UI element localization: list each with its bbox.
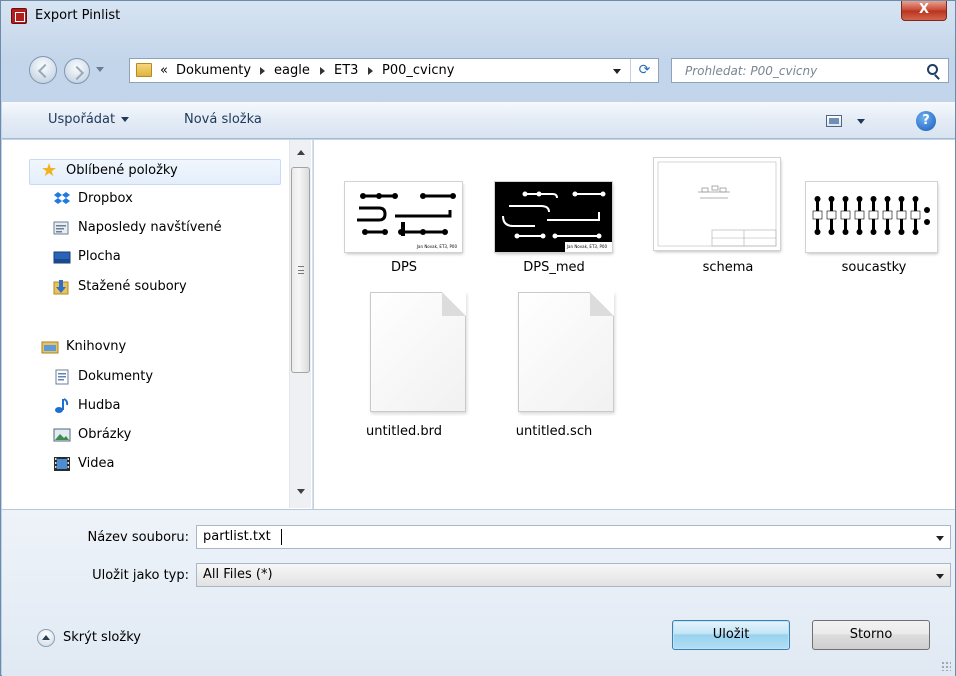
- filename-value: partlist.txt: [203, 529, 271, 544]
- chevron-down-icon[interactable]: [936, 574, 944, 579]
- chevron-down-icon[interactable]: [936, 536, 944, 541]
- file-item-untitled-sch[interactable]: untitled.sch: [484, 290, 624, 440]
- breadcrumb-arrow-icon[interactable]: [320, 67, 325, 75]
- chevron-down-icon: [121, 117, 130, 122]
- navigation-scrollbar[interactable]: [289, 140, 311, 508]
- parts-thumbnail: [806, 182, 937, 252]
- search-icon[interactable]: [927, 64, 938, 75]
- nav-item-label: Stažené soubory: [78, 279, 187, 294]
- videos-icon: [53, 456, 71, 472]
- organize-button[interactable]: Uspořádat: [48, 112, 130, 127]
- board-thumbnail: Jan Novak, ET3, P00: [495, 182, 612, 252]
- music-icon: [53, 398, 71, 414]
- filename-label: Název souboru:: [87, 530, 189, 545]
- file-name: untitled.sch: [515, 424, 593, 439]
- title-bar[interactable]: Export Pinlist X: [1, 1, 955, 31]
- board-thumbnail: Jan Novak, ET3, P00: [345, 182, 462, 252]
- search-placeholder: Prohledat: P00_cvicny: [685, 64, 818, 78]
- filename-input[interactable]: partlist.txt: [196, 525, 951, 549]
- libraries-icon: [41, 339, 59, 355]
- export-dialog: Export Pinlist X « Dokumenty eagle ET3 P…: [0, 0, 956, 676]
- forward-button[interactable]: [64, 58, 90, 84]
- nav-favorites-label: Oblíbené položky: [66, 163, 178, 178]
- view-chevron-down-icon[interactable]: [857, 119, 865, 124]
- file-item-soucastky[interactable]: soucastky: [794, 170, 937, 280]
- cancel-button[interactable]: Storno: [812, 620, 930, 650]
- address-bar[interactable]: « Dokumenty eagle ET3 P00_cvicny ⟳: [129, 58, 659, 83]
- folder-icon: [136, 63, 152, 77]
- scroll-down-icon[interactable]: [297, 489, 305, 494]
- file-item-untitled-brd[interactable]: untitled.brd: [334, 290, 474, 440]
- pictures-icon: [53, 427, 71, 443]
- file-item-schema[interactable]: schema: [634, 154, 780, 280]
- thumbnail-caption: Jan Novak, ET3, P00: [416, 244, 458, 249]
- breadcrumb-arrow-icon[interactable]: [368, 67, 373, 75]
- star-icon: ★: [41, 160, 58, 181]
- file-name: DPS_med: [523, 260, 585, 275]
- desktop-icon: [53, 249, 71, 265]
- file-name: untitled.brd: [366, 424, 442, 439]
- nav-item-label: Naposledy navštívené: [78, 220, 222, 235]
- documents-icon: [53, 369, 71, 385]
- text-cursor: [281, 529, 282, 545]
- navigation-pane: [2, 140, 313, 509]
- filetype-label: Uložit jako typ:: [92, 568, 189, 583]
- nav-item-label: Videa: [78, 456, 115, 471]
- resize-grip-icon[interactable]: [941, 661, 951, 671]
- refresh-icon[interactable]: ⟳: [630, 59, 658, 82]
- organize-label: Uspořádat: [48, 112, 116, 127]
- file-item-dps[interactable]: Jan Novak, ET3, P00 DPS: [334, 170, 474, 280]
- filetype-value: All Files (*): [203, 567, 273, 582]
- breadcrumb-p00-cvicny[interactable]: P00_cvicny: [382, 63, 454, 78]
- dropbox-icon: [53, 191, 71, 207]
- close-button[interactable]: X: [901, 1, 947, 21]
- nav-item-label: Hudba: [78, 398, 121, 413]
- window-title: Export Pinlist: [35, 8, 121, 23]
- command-toolbar: Uspořádat Nová složka ?: [2, 101, 955, 139]
- address-dropdown-icon[interactable]: [613, 69, 621, 74]
- breadcrumb-overflow[interactable]: «: [160, 63, 168, 78]
- thumbnail-caption: Jan Novak, ET3, P00: [566, 244, 608, 249]
- nav-libraries-label: Knihovny: [66, 339, 127, 354]
- new-folder-button[interactable]: Nová složka: [184, 112, 262, 127]
- breadcrumb-dokumenty[interactable]: Dokumenty: [176, 63, 251, 78]
- file-name: schema: [702, 260, 754, 275]
- filetype-select[interactable]: All Files (*): [196, 563, 951, 587]
- view-mode-icon[interactable]: [826, 115, 842, 127]
- scroll-thumb[interactable]: [291, 167, 310, 373]
- app-icon: [11, 8, 27, 24]
- grip-icon: [298, 266, 304, 274]
- nav-item-label: Obrázky: [78, 427, 132, 442]
- document-icon: [370, 292, 466, 412]
- downloads-folder-icon: [53, 279, 71, 295]
- scroll-up-icon[interactable]: [297, 150, 305, 155]
- nav-item-label: Dokumenty: [78, 369, 154, 384]
- breadcrumb-arrow-icon[interactable]: [260, 67, 265, 75]
- file-list: Jan Novak, ET3, P00 DPS Jan Novak, ET3, …: [314, 140, 955, 509]
- nav-item-label: Plocha: [78, 249, 121, 264]
- recent-locations-chevron-icon[interactable]: [96, 67, 104, 72]
- back-button[interactable]: [29, 56, 57, 84]
- collapse-up-icon: [37, 629, 55, 647]
- document-icon: [518, 292, 614, 412]
- breadcrumb-et3[interactable]: ET3: [334, 63, 358, 78]
- save-button[interactable]: Uložit: [672, 620, 790, 650]
- search-input[interactable]: Prohledat: P00_cvicny: [671, 58, 949, 83]
- help-icon[interactable]: ?: [916, 111, 936, 131]
- file-item-dps-med[interactable]: Jan Novak, ET3, P00 DPS_med: [484, 170, 624, 280]
- file-name: DPS: [390, 260, 418, 275]
- file-name: soucastky: [841, 260, 907, 275]
- recent-places-icon: [53, 220, 71, 236]
- hide-folders-label: Skrýt složky: [63, 630, 141, 645]
- breadcrumb-eagle[interactable]: eagle: [274, 63, 310, 78]
- nav-item-label: Dropbox: [78, 191, 133, 206]
- schematic-thumbnail: [654, 158, 780, 250]
